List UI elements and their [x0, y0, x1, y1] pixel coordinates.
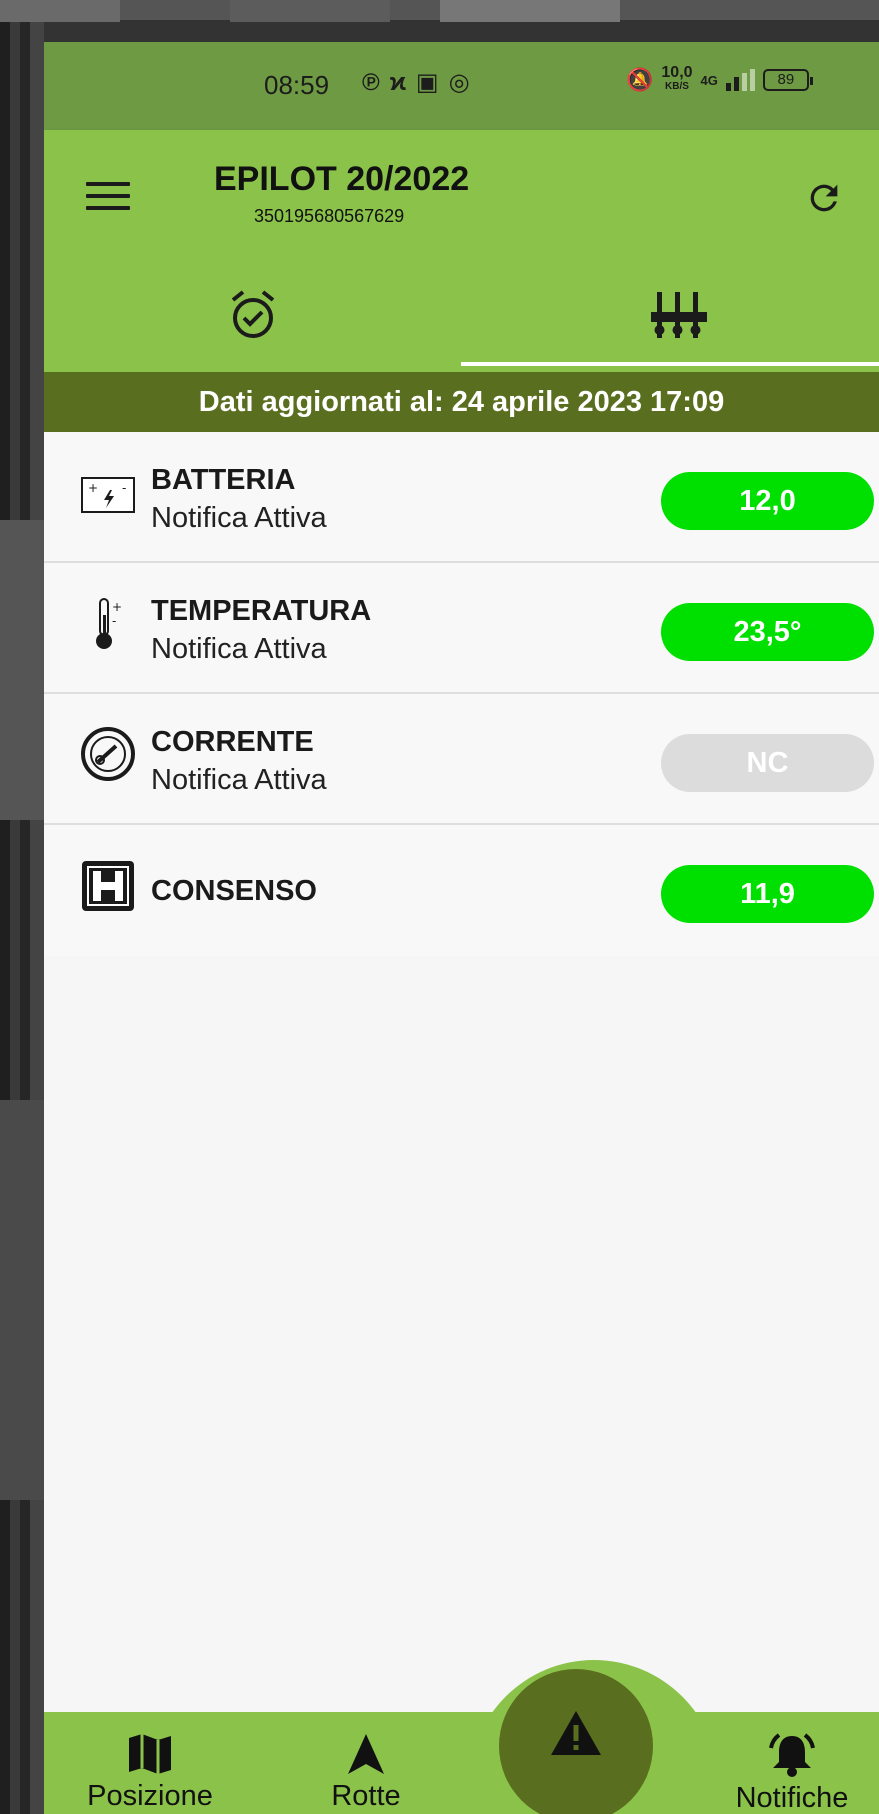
menu-icon[interactable] [86, 182, 130, 212]
notification-icons: ℗ϰ▣◎ [362, 68, 480, 97]
app-icon: ▣ [415, 69, 449, 96]
nav-label: Notifiche [735, 1782, 849, 1814]
status-time: 08:59 [264, 70, 330, 100]
status-right: 🔕 10,0 KB/S 4G 89 [626, 64, 813, 94]
navigation-arrow-icon [348, 1734, 384, 1774]
phone-screen: 08:59 ℗ϰ▣◎ 🔕 10,0 KB/S 4G 89 EPILOT 20/2… [44, 42, 879, 1814]
sensor-value-badge: 11,9 [661, 865, 874, 923]
mute-icon: 🔕 [626, 67, 654, 92]
nav-position[interactable]: Posizione [70, 1732, 230, 1813]
sensor-list: + - BATTERIA Notifica Attiva 12,0 + - TE… [44, 432, 879, 956]
nav-label: Posizione [87, 1780, 213, 1812]
sensor-status: Notifica Attiva [151, 502, 327, 534]
pinterest-icon: ℗ [362, 69, 390, 96]
tab-sensors[interactable] [461, 262, 879, 372]
app-bar: EPILOT 20/2022 350195680567629 [44, 130, 879, 262]
nfc-icon: ϰ [389, 69, 416, 96]
sensor-name: TEMPERATURA [151, 595, 372, 627]
tab-alarms[interactable] [44, 262, 461, 372]
svg-text:+: + [88, 481, 98, 495]
sensor-row-battery[interactable]: + - BATTERIA Notifica Attiva 12,0 [44, 432, 879, 563]
sensor-value-badge: 12,0 [661, 472, 874, 530]
battery-icon: + - [81, 477, 135, 513]
map-icon [129, 1734, 171, 1774]
sensor-row-temperature[interactable]: + - TEMPERATURA Notifica Attiva 23,5° [44, 563, 879, 694]
app-title: EPILOT 20/2022 [214, 160, 470, 198]
sensor-value-badge: 23,5° [661, 603, 874, 661]
tab-bar [44, 262, 879, 372]
refresh-icon[interactable] [804, 178, 844, 218]
status-bar: 08:59 ℗ϰ▣◎ 🔕 10,0 KB/S 4G 89 [44, 42, 879, 130]
device-id: 350195680567629 [254, 206, 405, 226]
warning-icon [551, 1711, 601, 1755]
sensor-value-badge: NC [661, 734, 874, 792]
network-type: 4G [700, 72, 718, 88]
updated-banner: Dati aggiornati al: 24 aprile 2023 17:09 [44, 372, 879, 432]
network-speed-unit: KB/S [665, 81, 689, 92]
thermometer-icon: + - [96, 598, 122, 649]
background-block [0, 0, 120, 22]
signal-icon [725, 69, 755, 91]
nav-label: Rotte [331, 1780, 401, 1812]
tab-indicator [461, 362, 879, 366]
svg-text:-: - [112, 614, 116, 628]
nav-notifications[interactable]: Notifiche [717, 1732, 867, 1814]
sensor-name: CORRENTE [151, 726, 314, 758]
nav-routes[interactable]: Rotte [316, 1732, 416, 1813]
background-block [230, 0, 390, 22]
sensor-name: BATTERIA [151, 464, 296, 496]
battery-indicator: 89 [762, 69, 813, 91]
background-block [0, 520, 44, 820]
sensor-name: CONSENSO [151, 875, 317, 907]
sensor-row-current[interactable]: CORRENTE Notifica Attiva NC [44, 694, 879, 825]
svg-text:+: + [112, 600, 122, 614]
h-icon [82, 861, 134, 911]
alert-button[interactable] [499, 1669, 653, 1814]
sliders-icon [651, 292, 707, 338]
network-speed-value: 10,0 [661, 64, 693, 81]
network-speed: 10,0 KB/S [661, 64, 693, 94]
sensor-row-consent[interactable]: CONSENSO 11,9 [44, 825, 879, 956]
background-block [0, 1100, 44, 1500]
sensor-status: Notifica Attiva [151, 633, 327, 665]
gauge-icon [81, 727, 135, 781]
alarm-check-icon [231, 290, 275, 338]
background-block [440, 0, 620, 22]
sensor-status: Notifica Attiva [151, 764, 327, 796]
bell-ringing-icon [769, 1733, 815, 1777]
instagram-icon: ◎ [448, 69, 480, 96]
svg-text:-: - [122, 481, 126, 495]
